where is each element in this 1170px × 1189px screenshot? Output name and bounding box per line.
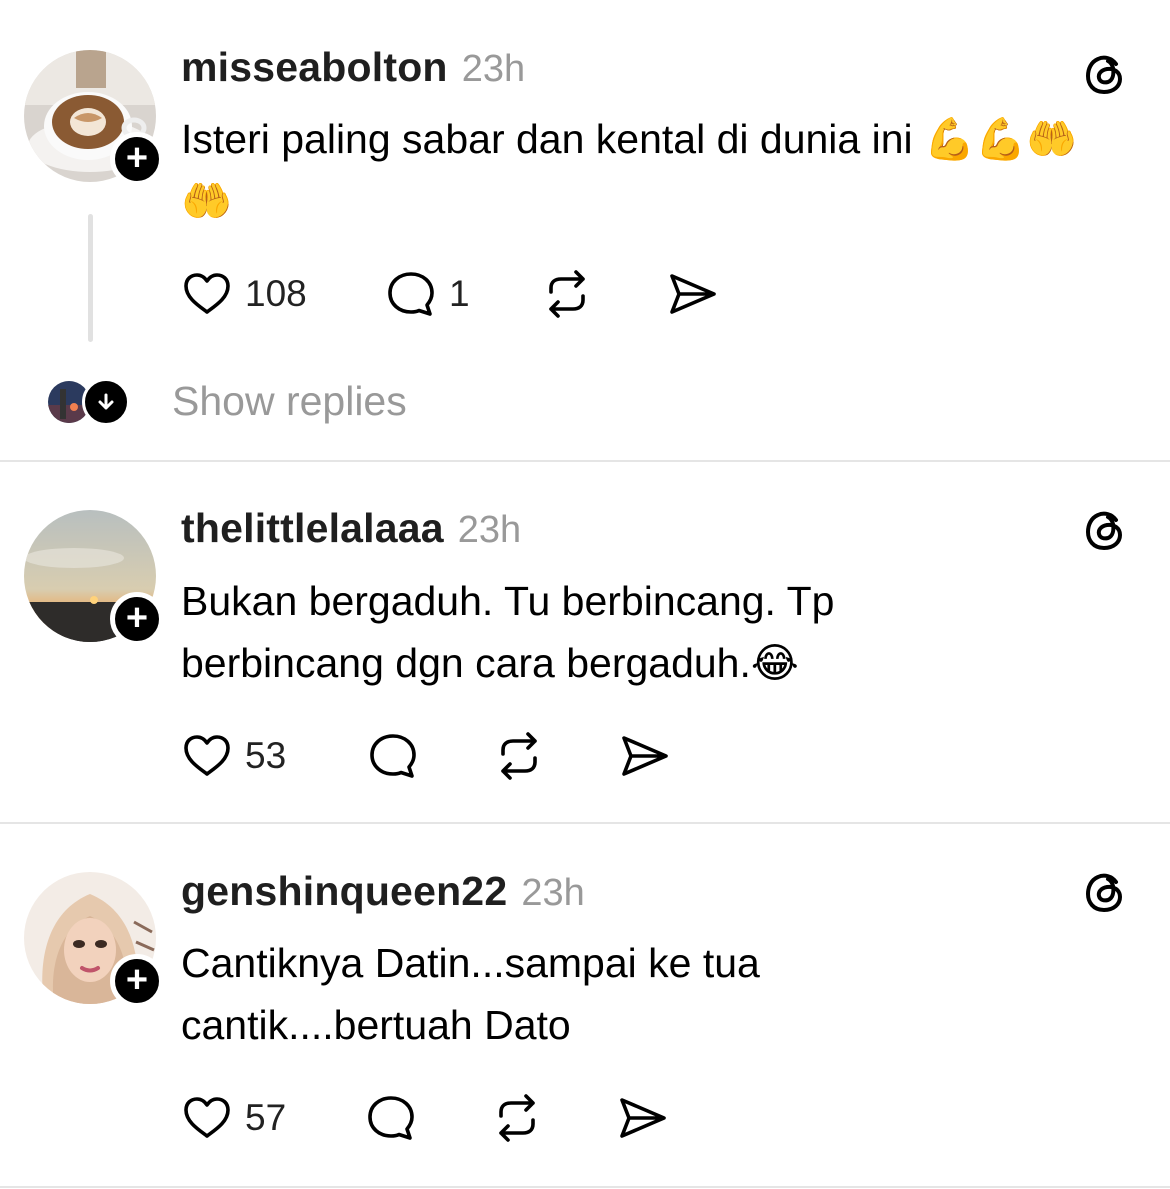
show-replies-link[interactable]: Show replies [172, 378, 407, 425]
post-text: Cantiknya Datin...sampai ke tua cantik..… [181, 940, 760, 1048]
post-time: 23h [457, 509, 522, 551]
share-button[interactable] [667, 268, 719, 320]
comment-icon [368, 1096, 414, 1140]
arrow-down-icon [82, 378, 130, 426]
reply-count: 1 [449, 273, 470, 314]
avatar-misseabolton[interactable]: + [24, 50, 164, 186]
heart-icon [184, 1097, 230, 1138]
reply-button[interactable] [367, 730, 419, 782]
avatar-genshinqueen22[interactable]: + [24, 872, 164, 1008]
username[interactable]: misseabolton [181, 44, 448, 91]
like-button[interactable]: 53 [181, 730, 286, 782]
thread-connector-line [88, 214, 93, 342]
repost-button[interactable] [493, 730, 545, 782]
like-button[interactable]: 57 [181, 1092, 286, 1144]
post-time: 23h [461, 48, 526, 90]
post-misseabolton: + misseabolton 23h Isteri paling sabar d… [0, 0, 1170, 460]
heart-icon [184, 735, 230, 776]
avatar-thelittlelalaaa[interactable]: + [24, 510, 164, 646]
post-header: misseabolton 23h [181, 44, 525, 94]
show-replies-row[interactable]: Show replies [46, 376, 407, 428]
threads-logo-icon[interactable] [1082, 50, 1130, 98]
username[interactable]: genshinqueen22 [181, 868, 507, 915]
repost-icon [501, 732, 537, 780]
username[interactable]: thelittlelalaaa [181, 505, 444, 552]
post-header: thelittlelalaaa 23h [181, 505, 521, 555]
reply-button[interactable] [365, 1092, 417, 1144]
follow-button[interactable]: + [110, 592, 164, 646]
send-icon [620, 1098, 666, 1138]
repost-icon [549, 270, 585, 318]
follow-button[interactable]: + [110, 954, 164, 1008]
like-count: 53 [245, 735, 287, 776]
heart-icon [184, 273, 230, 314]
send-icon [622, 736, 668, 776]
post-header: genshinqueen22 23h [181, 868, 585, 918]
reply-button[interactable]: 1 [385, 268, 470, 320]
repost-button[interactable] [491, 1092, 543, 1144]
post-divider [0, 1186, 1170, 1188]
share-button[interactable] [619, 730, 671, 782]
comment-icon [388, 272, 434, 316]
share-button[interactable] [617, 1092, 669, 1144]
like-button[interactable]: 108 [181, 268, 307, 320]
repost-icon [499, 1094, 535, 1142]
post-time: 23h [521, 872, 585, 914]
post-text: Isteri paling sabar dan kental di dunia … [181, 116, 1078, 224]
comment-icon [370, 734, 416, 778]
post-genshinqueen22: + genshinqueen22 23h Cantiknya Datin...s… [0, 824, 1170, 1189]
follow-button[interactable]: + [110, 132, 164, 186]
repost-button[interactable] [541, 268, 593, 320]
threads-logo-icon[interactable] [1082, 868, 1130, 916]
like-count: 57 [245, 1097, 287, 1138]
post-thelittlelalaaa: + thelittlelalaaa 23h Bukan bergaduh. Tu… [0, 462, 1170, 822]
like-count: 108 [245, 273, 307, 314]
send-icon [670, 274, 716, 314]
threads-logo-icon[interactable] [1082, 506, 1130, 554]
post-text: Bukan bergaduh. Tu berbincang. Tp berbin… [181, 578, 835, 686]
